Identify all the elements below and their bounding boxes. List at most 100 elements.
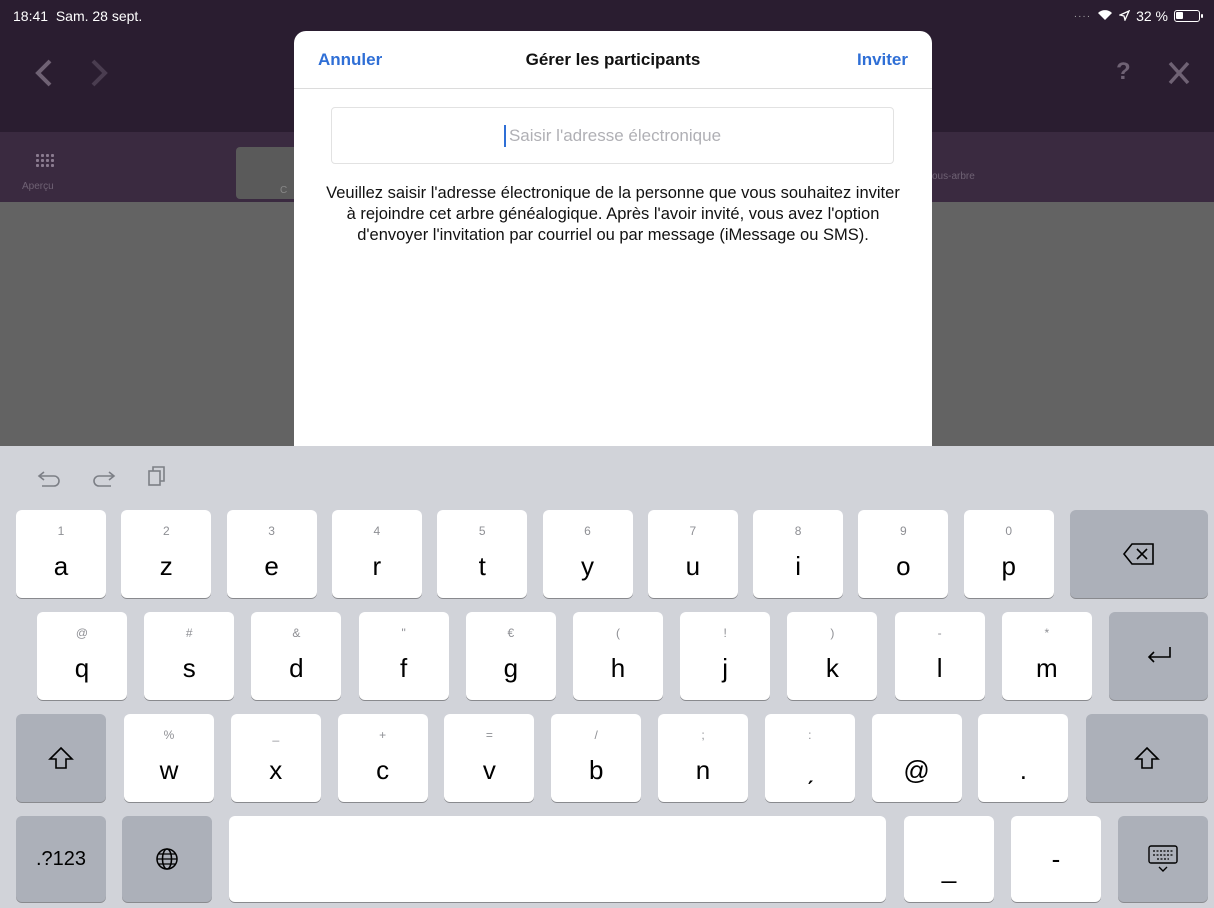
key-label: z (159, 551, 173, 581)
status-time: 18:41 Sam. 28 sept. (13, 8, 143, 24)
key-hint: / (594, 728, 598, 742)
key-hint: 7 (689, 524, 697, 538)
key-r1-4[interactable]: 5t (437, 510, 528, 598)
subtree-label: ous-arbre (932, 171, 975, 182)
underscore-key[interactable]: _ (904, 816, 994, 902)
return-key[interactable] (1109, 612, 1208, 700)
key-hint: & (292, 626, 301, 640)
numbers-key[interactable]: .?123 (16, 816, 106, 902)
key-hint: 1 (57, 524, 65, 538)
key-hint: ( (616, 626, 620, 640)
key-label: @ (903, 755, 930, 785)
redo-icon[interactable] (89, 464, 117, 492)
key-hint: € (507, 626, 515, 640)
shift-left-key[interactable] (16, 714, 106, 802)
key-label: f (399, 653, 408, 683)
key-label: e (264, 551, 279, 581)
paste-icon[interactable] (146, 464, 174, 492)
keyboard: 1a2z3e4r5t6y7u8i9o0p @ q # s & d " f € g(h! j) k - l *… (0, 446, 1214, 908)
key-r2-5[interactable]: (h (573, 612, 663, 700)
key-r1-8[interactable]: 9o (858, 510, 949, 598)
key-r3-2[interactable]: + c (337, 714, 428, 802)
close-icon[interactable] (1166, 58, 1192, 94)
key-label: u (685, 551, 701, 581)
key-r2-6[interactable]: ! j (680, 612, 771, 700)
globe-icon (122, 816, 212, 902)
key-r2-1[interactable]: # s (144, 612, 235, 700)
key-r3-4[interactable]: / b (551, 714, 642, 802)
key-label: x (269, 755, 283, 785)
key-r2-7[interactable]: ) k (787, 612, 878, 700)
key-hint: ! (723, 626, 727, 640)
key-label: m (1035, 653, 1058, 683)
space-key[interactable] (229, 816, 886, 902)
invite-button[interactable]: Inviter (857, 50, 908, 70)
battery-percent: 32 % (1136, 8, 1168, 24)
key-label: h (610, 653, 626, 683)
key-hint: % (163, 728, 175, 742)
key-label: r (372, 551, 382, 581)
forward-chevron-icon[interactable] (88, 58, 110, 94)
key-r3-7[interactable]: @ (871, 714, 962, 802)
email-placeholder: Saisir l'adresse électronique (508, 125, 722, 145)
key-hint: 9 (900, 524, 907, 538)
undo-icon[interactable] (36, 464, 64, 492)
key-hint: : (808, 728, 812, 742)
key-r1-2[interactable]: 3e (226, 510, 317, 598)
key-r3-1[interactable]: _ x (230, 714, 321, 802)
keyboard-dismiss-icon (1118, 816, 1208, 902)
key-r2-9[interactable]: * m (1001, 612, 1092, 700)
key-r1-7[interactable]: 8i (753, 510, 844, 598)
key-hint: ) (830, 626, 835, 640)
key-r2-0[interactable]: @ q (37, 612, 127, 700)
key-r1-3[interactable]: 4r (331, 510, 422, 598)
back-chevron-icon[interactable] (33, 58, 55, 94)
key-r3-5[interactable]: ; n (658, 714, 748, 802)
key-label: t (478, 551, 486, 581)
key-hint: 2 (162, 524, 170, 538)
key-label: ˏ (805, 755, 815, 785)
key-label: l (936, 653, 943, 683)
key-r3-6[interactable]: :ˏ (764, 714, 855, 802)
key-label: c (376, 755, 390, 785)
key-r1-6[interactable]: 7u (647, 510, 738, 598)
shift-right-key[interactable] (1086, 714, 1208, 802)
key-label: g (503, 653, 519, 683)
key-hint: ; (701, 728, 705, 742)
key-hint: _ (272, 728, 280, 742)
help-icon[interactable]: ? (1116, 60, 1131, 84)
key-r1-0[interactable]: 1a (16, 510, 106, 598)
backspace-key[interactable] (1070, 510, 1208, 598)
key-label: v (482, 755, 496, 785)
overview-label: Aperçu (22, 181, 54, 192)
key-r3-8[interactable]: . (978, 714, 1069, 802)
key-label: k (825, 653, 839, 683)
key-r3-0[interactable]: % w (124, 714, 214, 802)
globe-key[interactable] (122, 816, 212, 902)
key-label: y (581, 551, 594, 581)
key-hint: 5 (478, 524, 486, 538)
dash-key[interactable]: - (1011, 816, 1101, 902)
key-r2-3[interactable]: " f (358, 612, 449, 700)
key-label: p (1001, 551, 1016, 581)
key-label: b (588, 755, 604, 785)
keyboard-shortcut-bar (0, 446, 1214, 506)
overview-grid-icon[interactable] (36, 154, 56, 172)
key-hint: + (379, 728, 387, 742)
key-r1-1[interactable]: 2z (121, 510, 212, 598)
key-r2-2[interactable]: & d (251, 612, 342, 700)
key-hint: 8 (794, 524, 802, 538)
key-r2-8[interactable]: -l (894, 612, 985, 700)
key-r1-9[interactable]: 0p (963, 510, 1054, 598)
email-field[interactable]: Saisir l'adresse électronique (331, 107, 894, 164)
key-hint: = (485, 728, 493, 742)
key-r3-3[interactable]: = v (444, 714, 535, 802)
key-hint: " (401, 626, 406, 640)
battery-icon (1174, 10, 1203, 22)
invite-description: Veuillez saisir l'adresse électronique d… (326, 184, 900, 244)
hide-keyboard-key[interactable] (1118, 816, 1208, 902)
key-label: n (695, 755, 711, 785)
key-label: i (795, 551, 801, 581)
key-r2-4[interactable]: € g (465, 612, 556, 700)
key-r1-5[interactable]: 6y (542, 510, 633, 598)
